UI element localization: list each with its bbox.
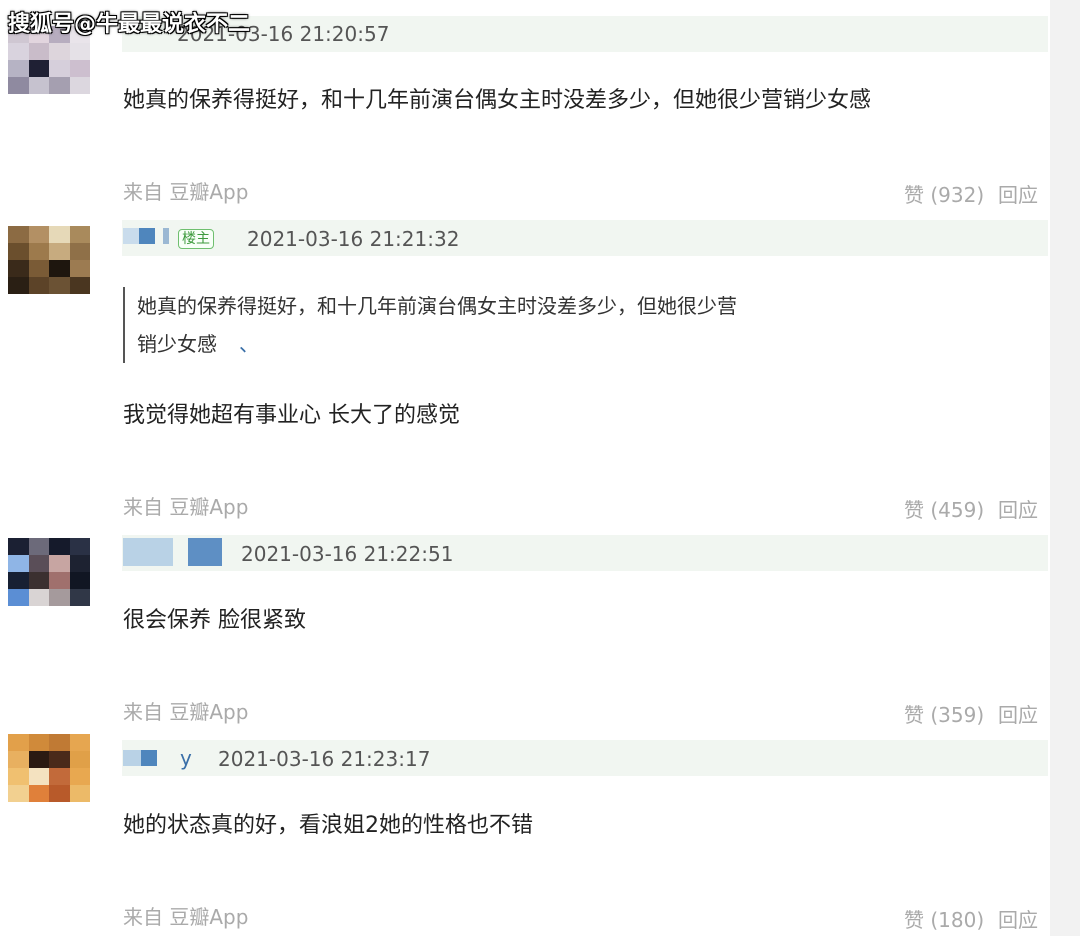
reply-button[interactable]: 回应 — [998, 179, 1038, 208]
like-button[interactable]: 赞 (459) — [904, 494, 984, 523]
quote-line-text: 销少女感 — [137, 332, 217, 356]
comment-text: 很会保养 脸很紧致 — [123, 608, 306, 633]
like-button[interactable]: 赞 (359) — [904, 699, 984, 728]
comment-source: 来自 豆瓣App — [123, 180, 249, 204]
comment-source: 来自 豆瓣App — [123, 905, 249, 929]
watermark: 搜狐号@牛最最说衣不二 — [8, 12, 251, 37]
quote-line: 销少女感、 — [137, 325, 737, 363]
op-badge: 楼主 — [178, 229, 214, 249]
quote-mark: 、 — [239, 332, 259, 356]
username-blurred[interactable] — [123, 228, 139, 244]
avatar[interactable] — [8, 734, 90, 802]
like-button[interactable]: 赞 (932) — [904, 179, 984, 208]
username-blurred[interactable] — [188, 538, 222, 566]
reply-button[interactable]: 回应 — [998, 699, 1038, 728]
comment-text: 她的状态真的好，看浪姐2她的性格也不错 — [123, 813, 533, 838]
reply-button[interactable]: 回应 — [998, 494, 1038, 523]
comment-source: 来自 豆瓣App — [123, 700, 249, 724]
like-button[interactable]: 赞 (180) — [904, 904, 984, 933]
username-blurred[interactable] — [123, 538, 173, 566]
comment-timestamp: 2021-03-16 21:21:32 — [247, 227, 460, 251]
username-blurred[interactable] — [123, 750, 141, 766]
quoted-reply: 她真的保养得挺好，和十几年前演台偶女主时没差多少，但她很少营 销少女感、 — [123, 287, 737, 363]
username-blurred[interactable] — [163, 228, 169, 244]
comment-text: 她真的保养得挺好，和十几年前演台偶女主时没差多少，但她很少营销少女感 — [123, 88, 872, 113]
avatar[interactable] — [8, 538, 90, 606]
comment-source: 来自 豆瓣App — [123, 495, 249, 519]
comment-timestamp: 2021-03-16 21:23:17 — [218, 747, 431, 771]
reply-button[interactable]: 回应 — [998, 904, 1038, 933]
username-tail[interactable]: y — [180, 746, 192, 770]
comment-timestamp: 2021-03-16 21:22:51 — [241, 542, 454, 566]
username-blurred[interactable] — [139, 228, 155, 244]
comment-text: 我觉得她超有事业心 长大了的感觉 — [123, 403, 460, 428]
username-blurred[interactable] — [141, 750, 157, 766]
quote-line: 她真的保养得挺好，和十几年前演台偶女主时没差多少，但她很少营 — [137, 294, 737, 318]
avatar[interactable] — [8, 226, 90, 294]
scrollbar-track[interactable] — [1050, 0, 1080, 936]
